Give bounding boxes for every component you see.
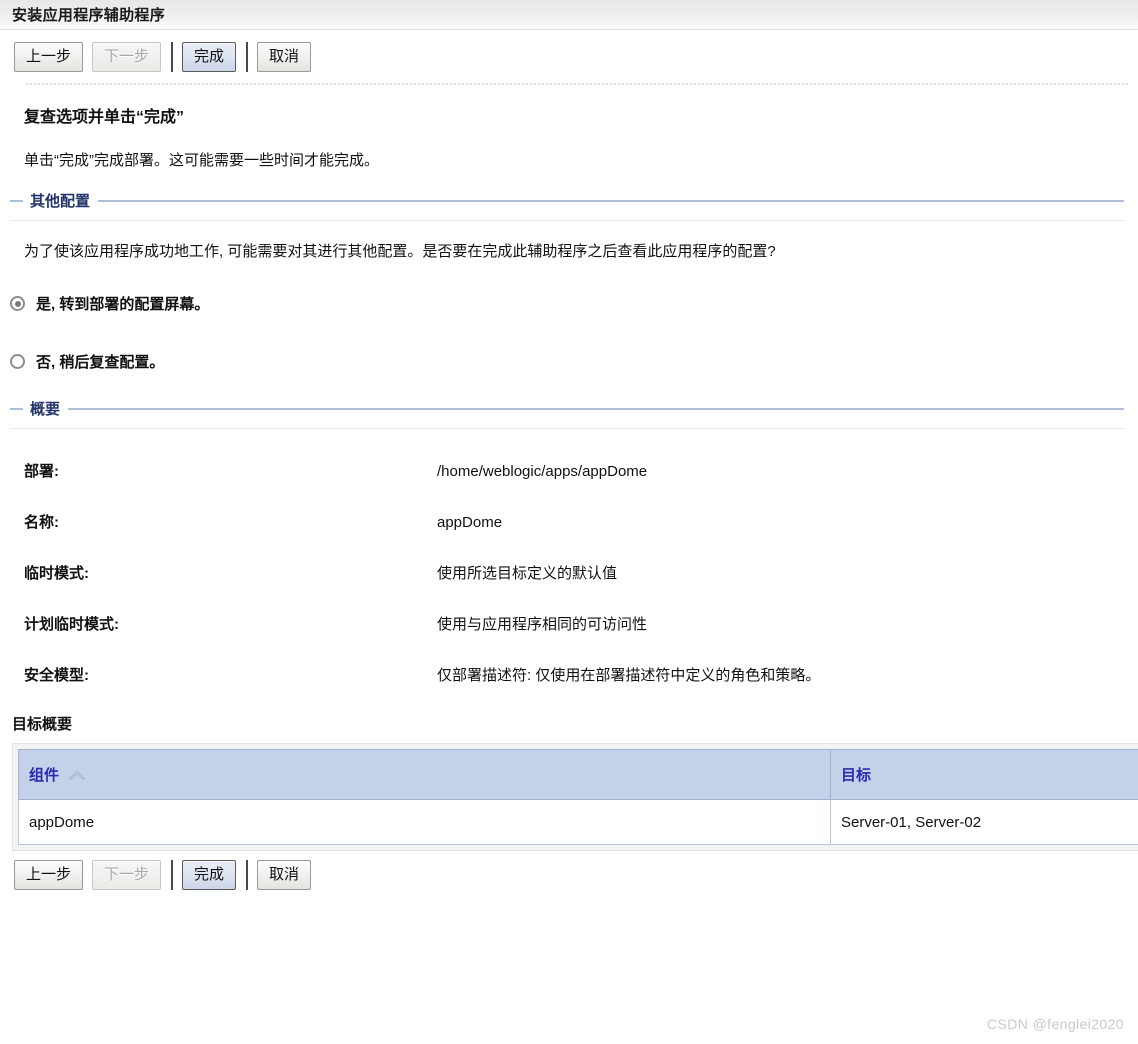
- radio-yes-icon[interactable]: [10, 296, 25, 311]
- wizard-content: 复查选项并单击“完成” 单击“完成”完成部署。这可能需要一些时间才能完成。 其他…: [0, 103, 1138, 851]
- summary-row: 名称: appDome: [24, 511, 1124, 532]
- back-button-top[interactable]: 上一步: [14, 42, 83, 72]
- section-header-additional-config: 其他配置: [10, 190, 1124, 211]
- toolbar-separator: [246, 860, 248, 890]
- toolbar-divider: [26, 83, 1128, 86]
- section-header-summary: 概要: [10, 398, 1124, 419]
- watermark: CSDN @fenglei2020: [987, 1016, 1124, 1032]
- section-rule: [98, 200, 1124, 202]
- summary-label: 计划临时模式:: [24, 613, 437, 634]
- finish-button-top[interactable]: 完成: [182, 42, 236, 72]
- radio-yes-label[interactable]: 是, 转到部署的配置屏幕。: [36, 293, 209, 314]
- sort-ascending-icon[interactable]: [67, 768, 87, 781]
- cell-target: Server-01, Server-02: [831, 800, 1138, 845]
- target-summary-heading: 目标概要: [12, 713, 1124, 734]
- column-header-target[interactable]: 目标: [831, 750, 1138, 800]
- summary-value: 使用所选目标定义的默认值: [437, 562, 617, 583]
- radio-no-label[interactable]: 否, 稍后复查配置。: [36, 351, 164, 372]
- column-header-component[interactable]: 组件: [19, 750, 831, 800]
- cancel-button-bottom[interactable]: 取消: [257, 860, 311, 890]
- table-row: appDome Server-01, Server-02: [19, 800, 1138, 845]
- section-title-summary: 概要: [30, 398, 60, 419]
- section-underline: [10, 220, 1124, 222]
- toolbar-separator: [246, 42, 248, 72]
- section-rule: [68, 408, 1124, 410]
- summary-label: 临时模式:: [24, 562, 437, 583]
- radio-no-icon[interactable]: [10, 354, 25, 369]
- wizard-toolbar-top: 上一步 下一步 完成 取消: [0, 30, 1138, 83]
- cell-component: appDome: [19, 800, 831, 845]
- summary-row: 部署: /home/weblogic/apps/appDome: [24, 460, 1124, 481]
- target-summary-table: 组件 目标: [18, 749, 1138, 845]
- window-title: 安装应用程序辅助程序: [12, 4, 165, 25]
- summary-value: 仅部署描述符: 仅使用在部署描述符中定义的角色和策略。: [437, 664, 820, 685]
- page-title: 复查选项并单击“完成”: [24, 103, 1124, 127]
- next-button-bottom: 下一步: [92, 860, 161, 890]
- summary-row: 安全模型: 仅部署描述符: 仅使用在部署描述符中定义的角色和策略。: [24, 664, 1124, 685]
- radio-option-no[interactable]: 否, 稍后复查配置。: [10, 351, 1124, 372]
- summary-label: 名称:: [24, 511, 437, 532]
- next-button-top: 下一步: [92, 42, 161, 72]
- summary-label: 部署:: [24, 460, 437, 481]
- column-header-target-label: 目标: [841, 764, 871, 785]
- collapse-dash-icon: [10, 200, 23, 202]
- section-underline: [10, 428, 1124, 430]
- target-summary-table-container: 组件 目标: [12, 743, 1138, 851]
- summary-value: 使用与应用程序相同的可访问性: [437, 613, 647, 634]
- wizard-toolbar-bottom: 上一步 下一步 完成 取消: [0, 851, 1138, 901]
- window-title-bar: 安装应用程序辅助程序: [0, 0, 1138, 30]
- summary-row: 计划临时模式: 使用与应用程序相同的可访问性: [24, 613, 1124, 634]
- section-title-additional-config: 其他配置: [30, 190, 90, 211]
- column-header-component-label: 组件: [29, 764, 59, 785]
- summary-list: 部署: /home/weblogic/apps/appDome 名称: appD…: [24, 460, 1124, 685]
- cancel-button-top[interactable]: 取消: [257, 42, 311, 72]
- additional-config-paragraph: 为了使该应用程序成功地工作, 可能需要对其进行其他配置。是否要在完成此辅助程序之…: [24, 240, 1124, 261]
- finish-button-bottom[interactable]: 完成: [182, 860, 236, 890]
- back-button-bottom[interactable]: 上一步: [14, 860, 83, 890]
- table-header-row: 组件 目标: [19, 750, 1138, 800]
- radio-option-yes[interactable]: 是, 转到部署的配置屏幕。: [10, 293, 1124, 314]
- summary-value: appDome: [437, 514, 502, 531]
- page-description: 单击“完成”完成部署。这可能需要一些时间才能完成。: [24, 149, 1124, 170]
- summary-row: 临时模式: 使用所选目标定义的默认值: [24, 562, 1124, 583]
- toolbar-separator: [171, 860, 173, 890]
- summary-label: 安全模型:: [24, 664, 437, 685]
- collapse-dash-icon: [10, 408, 23, 410]
- summary-value: /home/weblogic/apps/appDome: [437, 463, 647, 480]
- toolbar-separator: [171, 42, 173, 72]
